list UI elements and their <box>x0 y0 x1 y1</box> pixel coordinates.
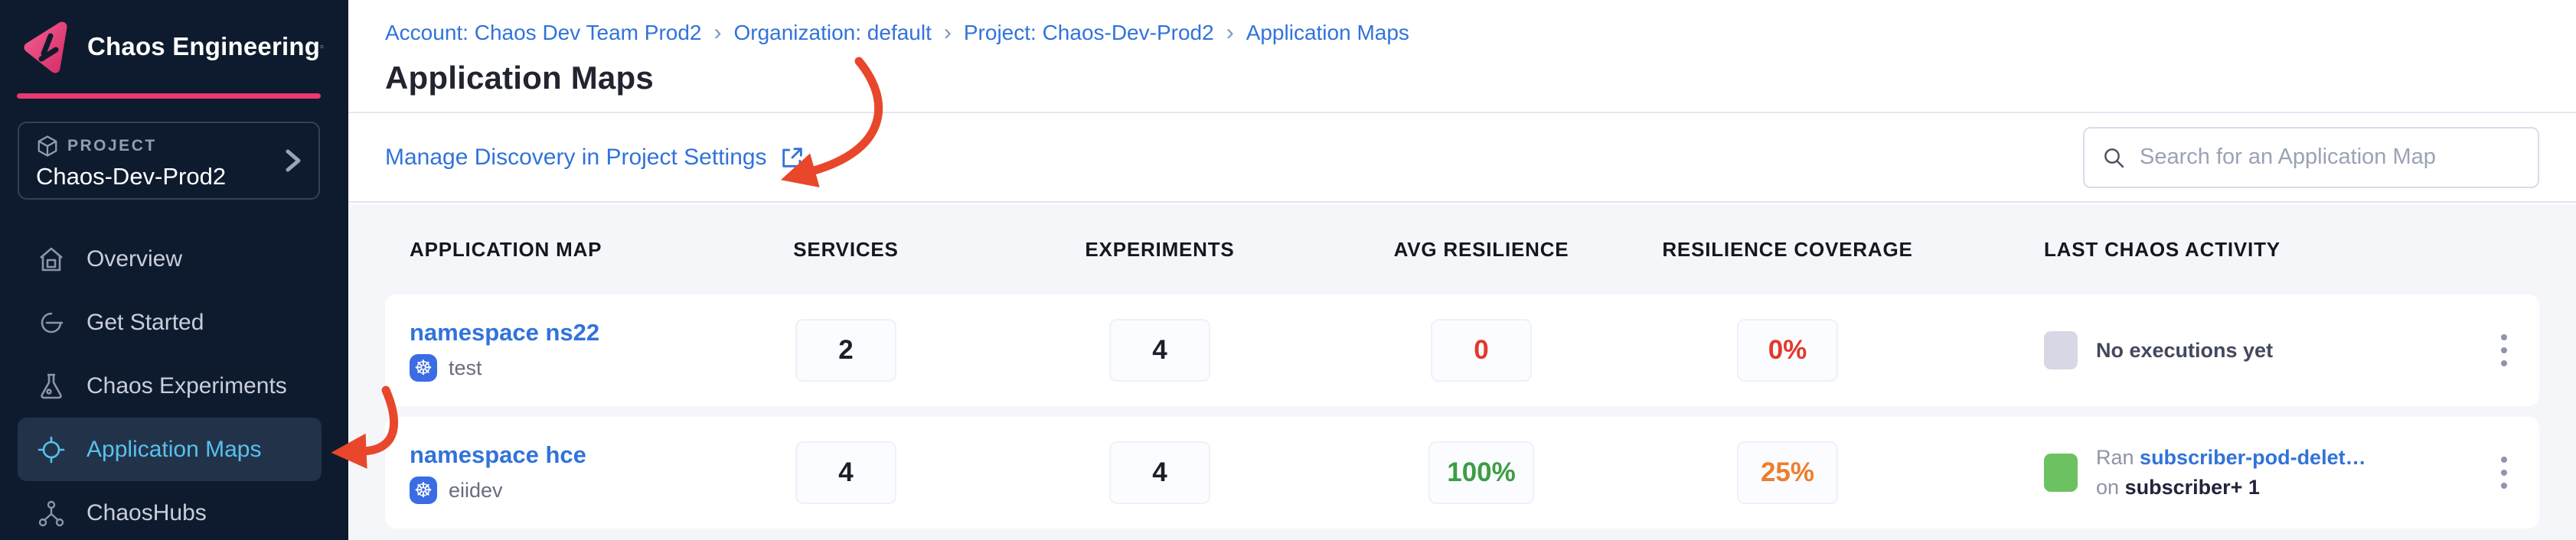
application-map-link[interactable]: namespace ns22 <box>410 319 599 346</box>
search-input[interactable] <box>2140 145 2521 170</box>
sidebar-item-overview[interactable]: Overview <box>0 227 348 291</box>
col-header-application-map: APPLICATION MAP <box>410 238 685 262</box>
sidebar-item-label: Chaos Experiments <box>87 373 287 399</box>
brand-title: Chaos Engineering <box>87 32 320 61</box>
flask-icon <box>37 372 66 401</box>
activity-status-swatch <box>2044 454 2078 492</box>
col-header-services: SERVICES <box>685 238 1007 262</box>
table-header-row: APPLICATION MAP SERVICES EXPERIMENTS AVG… <box>385 204 2539 294</box>
sidebar: Chaos Engineering PROJECT Chaos-Dev-Prod… <box>0 0 348 540</box>
brand-accent-divider <box>17 93 321 99</box>
sidebar-item-label: ChaosHubs <box>87 500 207 526</box>
chevron-right-icon <box>283 145 303 176</box>
resilience-coverage-value: 25% <box>1737 441 1838 504</box>
application-maps-table: APPLICATION MAP SERVICES EXPERIMENTS AVG… <box>348 204 2576 540</box>
get-started-icon <box>37 308 66 337</box>
breadcrumb-current-link[interactable]: Application Maps <box>1246 21 1409 45</box>
module-grid-icon[interactable] <box>320 31 324 62</box>
resilience-coverage-value: 0% <box>1737 319 1838 382</box>
row-menu-kebab-icon[interactable] <box>2493 327 2515 374</box>
manage-discovery-label: Manage Discovery in Project Settings <box>385 145 767 171</box>
namespace-label: eiidev <box>449 479 503 503</box>
avg-resilience-value: 100% <box>1428 441 1534 504</box>
breadcrumb: Account: Chaos Dev Team Prod2 › Organiza… <box>385 20 2539 46</box>
cube-icon <box>36 135 59 158</box>
namespace-label: test <box>449 356 482 380</box>
breadcrumb-separator: › <box>944 20 952 46</box>
hub-network-icon <box>37 499 66 528</box>
experiments-count: 4 <box>1109 441 1210 504</box>
sidebar-item-label: Application Maps <box>87 437 261 463</box>
project-name: Chaos-Dev-Prod2 <box>36 163 302 190</box>
application-maps-page: Chaos Engineering PROJECT Chaos-Dev-Prod… <box>0 0 2576 540</box>
activity-text: No executions yet <box>2096 339 2273 363</box>
page-title: Application Maps <box>385 60 2539 96</box>
toolbar: Manage Discovery in Project Settings <box>348 113 2576 203</box>
brand-row: Chaos Engineering <box>0 0 348 93</box>
application-maps-icon <box>37 435 66 464</box>
services-count: 4 <box>795 441 896 504</box>
kubernetes-icon: ☸ <box>410 477 437 504</box>
search-box <box>2083 127 2539 188</box>
run-target: subscriber+ 1 <box>2125 476 2260 499</box>
col-header-experiments: EXPERIMENTS <box>1007 238 1313 262</box>
breadcrumb-org-link[interactable]: Organization: default <box>733 21 931 45</box>
sidebar-item-label: Get Started <box>87 310 204 336</box>
activity-status-swatch <box>2044 331 2078 369</box>
sidebar-item-chaoshubs[interactable]: ChaosHubs <box>0 481 348 540</box>
services-count: 2 <box>795 319 896 382</box>
row-menu-kebab-icon[interactable] <box>2493 449 2515 496</box>
col-header-last-chaos-activity: LAST CHAOS ACTIVITY <box>1925 238 2461 262</box>
search-icon <box>2101 145 2126 170</box>
main-content: Account: Chaos Dev Team Prod2 › Organiza… <box>348 0 2576 540</box>
project-selector[interactable]: PROJECT Chaos-Dev-Prod2 <box>18 122 320 200</box>
breadcrumb-project-link[interactable]: Project: Chaos-Dev-Prod2 <box>964 21 1214 45</box>
external-link-icon <box>779 145 805 171</box>
project-label: PROJECT <box>67 137 157 155</box>
col-header-resilience-coverage: RESILIENCE COVERAGE <box>1650 238 1925 262</box>
page-header: Account: Chaos Dev Team Prod2 › Organiza… <box>348 0 2576 113</box>
col-header-avg-resilience: AVG RESILIENCE <box>1313 238 1650 262</box>
breadcrumb-separator: › <box>713 20 721 46</box>
experiments-count: 4 <box>1109 319 1210 382</box>
breadcrumb-account-link[interactable]: Account: Chaos Dev Team Prod2 <box>385 21 701 45</box>
application-map-link[interactable]: namespace hce <box>410 441 586 468</box>
activity-text: Ran subscriber-pod-delet… on subscriber+… <box>2096 443 2366 503</box>
sidebar-menu: Overview Get Started Chaos Experiment <box>0 227 348 540</box>
home-icon <box>37 245 66 274</box>
sidebar-item-get-started[interactable]: Get Started <box>0 291 348 354</box>
kubernetes-icon: ☸ <box>410 354 437 382</box>
sidebar-item-application-maps[interactable]: Application Maps <box>18 418 322 481</box>
table-row[interactable]: namespace hce ☸ eiidev 4 4 100% 25% Ran … <box>385 417 2539 529</box>
avg-resilience-value: 0 <box>1431 319 1532 382</box>
sidebar-item-chaos-experiments[interactable]: Chaos Experiments <box>0 354 348 418</box>
chaos-engineering-logo-icon <box>20 19 75 74</box>
manage-discovery-link[interactable]: Manage Discovery in Project Settings <box>385 145 805 171</box>
sidebar-item-label: Overview <box>87 246 182 272</box>
last-run-link[interactable]: subscriber-pod-delet… <box>2140 446 2366 469</box>
table-row[interactable]: namespace ns22 ☸ test 2 4 0 0% No execut… <box>385 294 2539 406</box>
breadcrumb-separator: › <box>1226 20 1234 46</box>
